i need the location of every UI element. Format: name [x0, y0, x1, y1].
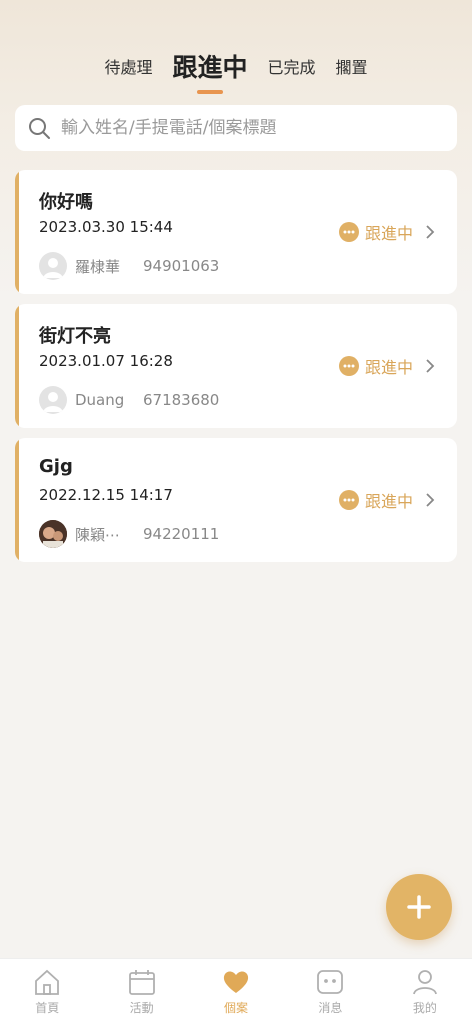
message-icon	[317, 970, 344, 994]
status-label: 跟進中	[364, 358, 413, 377]
case-date: 2023.01.07 16:28	[39, 352, 173, 370]
nav-label: 消息	[318, 1001, 343, 1015]
case-status: 跟進中	[338, 354, 435, 378]
nav-home[interactable]: 首頁	[0, 959, 94, 1024]
avatar	[39, 386, 67, 414]
search-icon	[29, 118, 50, 139]
profile-icon	[412, 970, 437, 995]
heart-icon	[223, 971, 249, 993]
chevron-right-icon	[426, 359, 435, 373]
more-dots-icon	[338, 490, 359, 510]
calendar-icon	[128, 970, 155, 995]
contact-name: 羅棣華	[75, 257, 121, 276]
status-label: 跟進中	[364, 224, 413, 243]
contact-phone: 94901063	[143, 257, 220, 275]
nav-label: 活動	[129, 1001, 154, 1015]
search-input[interactable]	[61, 118, 431, 138]
chevron-right-icon	[426, 225, 435, 239]
case-card[interactable]: Gjg 2022.12.15 14:17 陳穎⋯ 94220111 跟進中	[15, 438, 457, 562]
tab-following[interactable]: 跟進中	[162, 50, 257, 86]
home-icon	[35, 969, 60, 995]
nav-label: 我的	[412, 1001, 437, 1015]
card-accent-bar	[15, 170, 19, 294]
status-label: 跟進中	[364, 492, 413, 511]
case-contact: 陳穎⋯ 94220111	[39, 520, 219, 548]
case-contact: Duang 67183680	[39, 386, 219, 414]
case-card[interactable]: 你好嗎 2023.03.30 15:44 羅棣華 94901063 跟進中	[15, 170, 457, 294]
search-bar	[15, 105, 457, 151]
case-date: 2022.12.15 14:17	[39, 486, 173, 504]
case-card[interactable]: 街灯不亮 2023.01.07 16:28 Duang 67183680 跟進中	[15, 304, 457, 428]
contact-phone: 67183680	[143, 391, 220, 409]
tab-pending[interactable]: 待處理	[94, 50, 162, 86]
nav-profile[interactable]: 我的	[378, 959, 472, 1024]
avatar	[39, 252, 67, 280]
contact-name: Duang	[75, 391, 125, 409]
status-tabs: 待處理 跟進中 已完成 擱置	[0, 50, 472, 86]
plus-icon	[407, 895, 431, 919]
nav-label: 首頁	[35, 1001, 60, 1015]
case-status: 跟進中	[338, 220, 435, 244]
case-title: 你好嗎	[39, 192, 93, 213]
nav-activities[interactable]: 活動	[94, 959, 188, 1024]
card-accent-bar	[15, 304, 19, 428]
nav-cases[interactable]: 個案	[189, 959, 283, 1024]
chevron-right-icon	[426, 493, 435, 507]
case-title: Gjg	[39, 456, 73, 477]
tab-completed[interactable]: 已完成	[258, 50, 326, 86]
more-dots-icon	[338, 222, 359, 242]
tab-on-hold[interactable]: 擱置	[326, 50, 378, 86]
card-accent-bar	[15, 438, 19, 562]
case-date: 2023.03.30 15:44	[39, 218, 173, 236]
bottom-nav: 首頁 活動 個案 消息 我的	[0, 958, 472, 1024]
more-dots-icon	[338, 356, 359, 376]
add-case-button[interactable]	[386, 874, 452, 940]
case-status: 跟進中	[338, 488, 435, 512]
nav-label: 個案	[224, 1001, 249, 1015]
contact-name: 陳穎⋯	[75, 525, 121, 544]
case-contact: 羅棣華 94901063	[39, 252, 219, 280]
case-title: 街灯不亮	[39, 326, 111, 347]
avatar	[39, 520, 67, 548]
contact-phone: 94220111	[143, 525, 220, 543]
nav-messages[interactable]: 消息	[283, 959, 377, 1024]
